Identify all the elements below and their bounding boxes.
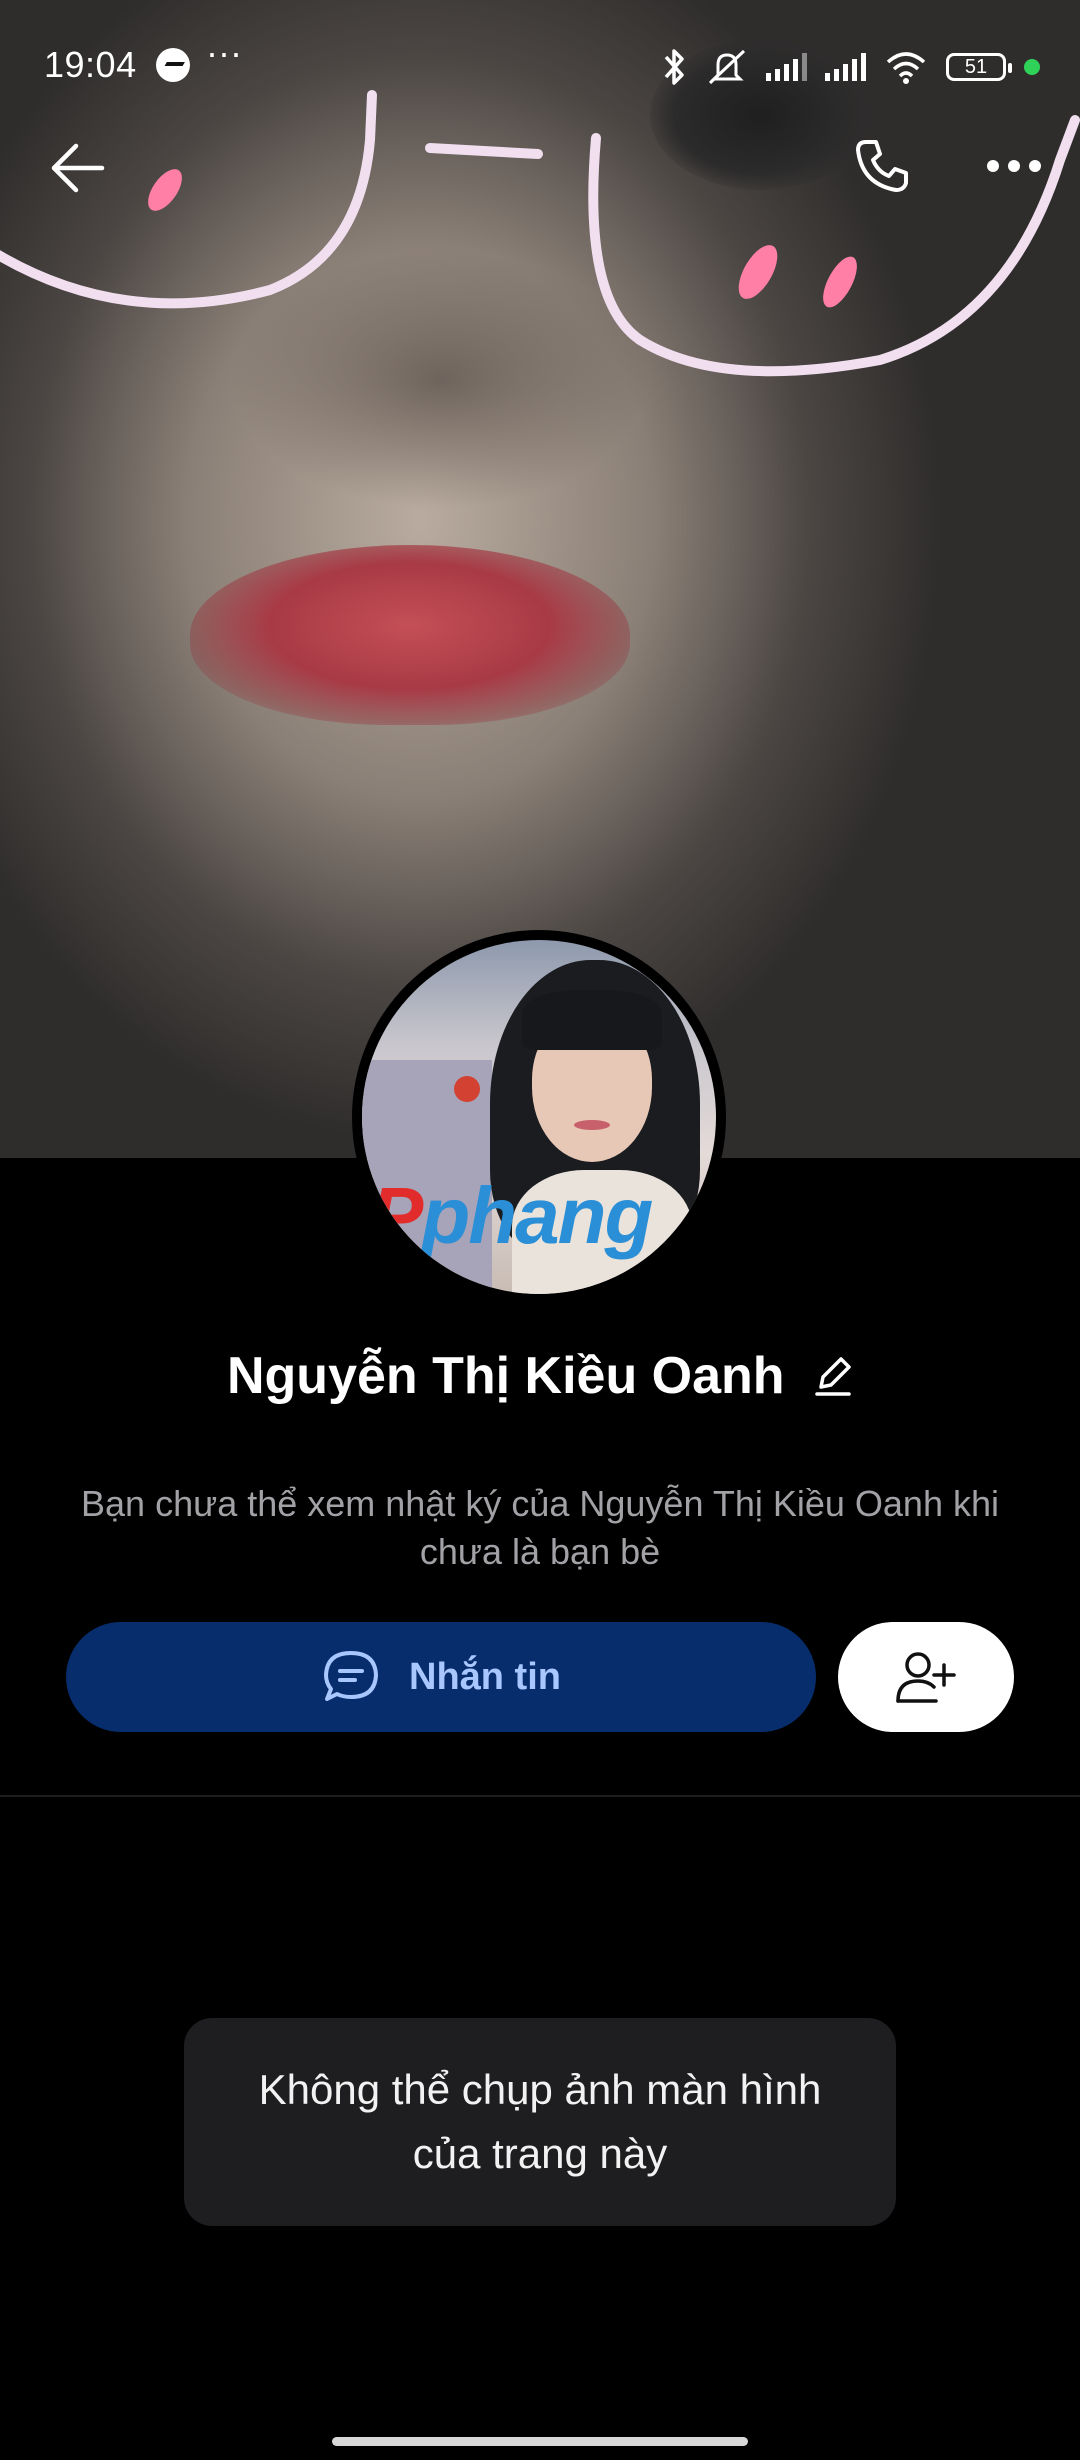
vibrate-off-icon [708,49,746,85]
more-horizontal-icon[interactable] [986,158,1042,174]
bluetooth-icon [664,49,684,85]
active-dot [1024,59,1040,75]
avatar-photo: Pphang [362,940,716,1294]
add-person-icon [896,1652,956,1703]
wifi-icon [886,52,926,84]
toast-text: Không thể chụp ảnh màn hình của trang nà… [258,2066,822,2177]
message-button[interactable]: Nhắn tin [66,1622,816,1732]
more-notifications-indicator: ··· [206,32,242,73]
message-button-label: Nhắn tin [409,1655,561,1698]
profile-name: Nguyễn Thị Kiều Oanh [226,1347,785,1405]
cover-lips [190,545,630,725]
status-time: 19:04 [44,44,137,85]
home-indicator[interactable] [332,2437,748,2446]
avatar-watermark: Pphang [370,1171,653,1260]
signal-icon [825,53,866,81]
section-divider [0,1795,1080,1797]
status-bar: 19:04 ··· 51 [0,0,1080,136]
chat-bubble-icon [324,1651,378,1701]
add-friend-button[interactable] [838,1622,1014,1732]
phone-icon[interactable] [852,136,912,196]
battery-icon: 51 [946,53,1012,81]
avatar[interactable]: Pphang [352,930,726,1304]
back-arrow-icon[interactable] [48,142,106,194]
profile-name-row: Nguyễn Thị Kiều Oanh [0,1346,1080,1406]
toast-message: Không thể chụp ảnh màn hình của trang nà… [184,2018,896,2226]
messenger-icon [156,48,190,82]
signal-icon [766,53,807,81]
edit-pencil-icon[interactable] [813,1355,853,1397]
profile-privacy-note: Bạn chưa thể xem nhật ký của Nguyễn Thị … [81,1483,999,1572]
